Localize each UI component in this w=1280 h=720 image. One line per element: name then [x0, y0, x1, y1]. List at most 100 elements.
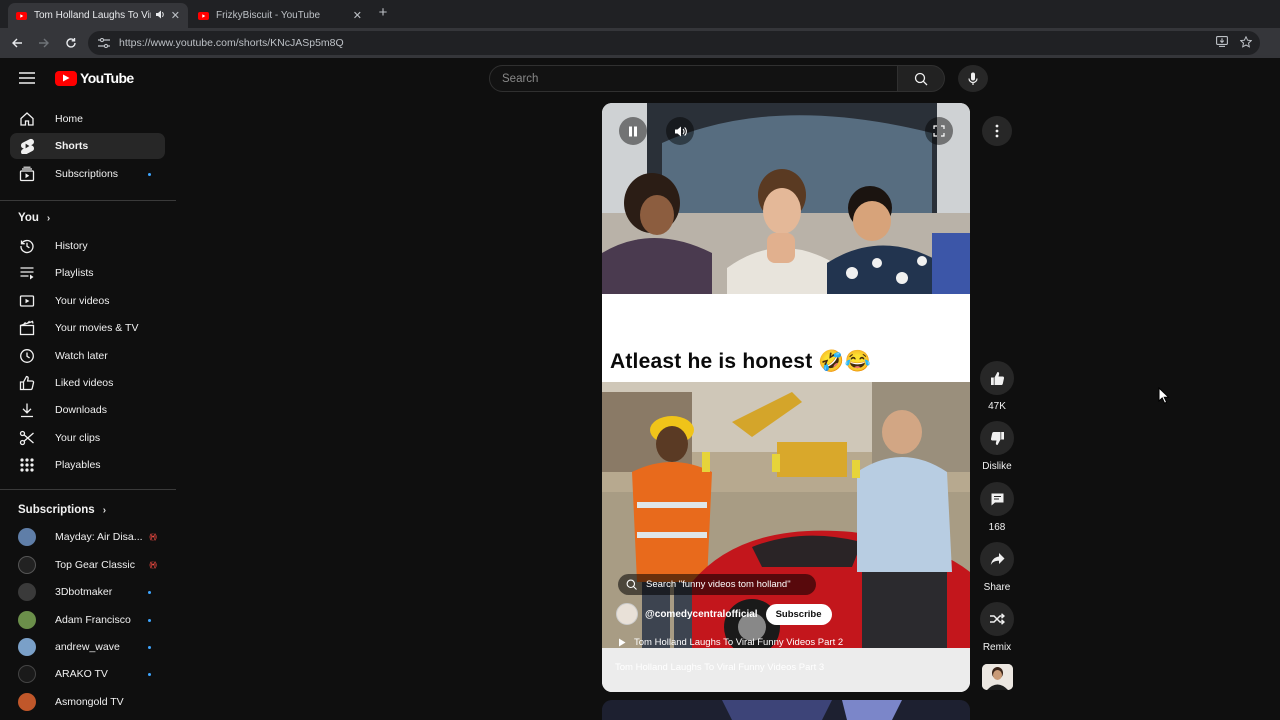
- pause-icon: [629, 126, 637, 136]
- channel-avatar: [18, 665, 36, 683]
- subscriptions-icon: [19, 166, 35, 182]
- sidebar-item-home[interactable]: Home: [10, 106, 165, 132]
- remix-button[interactable]: [980, 602, 1014, 636]
- section-heading: Subscriptions: [18, 504, 95, 516]
- next-short-preview[interactable]: [602, 700, 970, 720]
- install-app-icon[interactable]: [1216, 36, 1228, 50]
- sidebar-channel-adam-francisco[interactable]: Adam Francisco: [10, 607, 165, 633]
- channel-name: andrew_wave: [55, 641, 120, 653]
- subscribe-button[interactable]: Subscribe: [765, 603, 832, 625]
- short-video-player[interactable]: Atleast he is honest 🤣😂 Search "funny vi…: [602, 103, 970, 692]
- remix-icon: [990, 613, 1005, 625]
- channel-name: Adam Francisco: [55, 614, 131, 626]
- tab-close-icon[interactable]: ✕: [171, 9, 180, 22]
- audio-source-thumbnail: [982, 664, 1013, 690]
- like-button[interactable]: [980, 361, 1014, 395]
- sidebar-item-label: Playlists: [55, 267, 94, 279]
- sidebar-item-playables[interactable]: Playables: [10, 452, 165, 478]
- pause-button[interactable]: [619, 117, 647, 145]
- sidebar-channel-andrew-wave[interactable]: andrew_wave: [10, 634, 165, 660]
- tab-close-icon[interactable]: ✕: [353, 9, 362, 22]
- sidebar-item-downloads[interactable]: Downloads: [10, 397, 165, 423]
- sidebar-item-label: Your clips: [55, 432, 101, 444]
- voice-search-button[interactable]: [958, 65, 988, 92]
- channel-handle[interactable]: @comedycentralofficial: [645, 609, 758, 620]
- browser-tab-bar: Tom Holland Laughs To Vir ✕ FrizkyBiscui…: [0, 0, 1280, 28]
- search-button[interactable]: [898, 65, 945, 92]
- sidebar-item-history[interactable]: History: [10, 233, 165, 259]
- new-content-dot: [148, 672, 151, 676]
- sidebar-item-watch-later[interactable]: Watch later: [10, 343, 165, 369]
- channel-avatar: [18, 556, 36, 574]
- channel-name: ARAKO TV: [55, 668, 108, 680]
- sidebar-item-shorts[interactable]: Shorts: [10, 133, 165, 159]
- sidebar-item-your-videos[interactable]: Your videos: [10, 288, 165, 314]
- channel-name: Top Gear Classic: [55, 559, 135, 571]
- search-input[interactable]: Search: [489, 65, 898, 92]
- playlist-link[interactable]: Tom Holland Laughs To Viral Funny Videos…: [618, 637, 843, 648]
- new-tab-button[interactable]: +: [374, 4, 392, 22]
- next-short-thumbnail: [602, 700, 970, 720]
- sidebar-channel-top-gear[interactable]: Top Gear Classic ((•)): [10, 552, 165, 578]
- sidebar-item-movies[interactable]: Your movies & TV: [10, 315, 165, 341]
- tab-frizkybiscuit[interactable]: FrizkyBiscuit - YouTube ✕: [190, 3, 370, 28]
- search-suggestion-chip[interactable]: Search "funny videos tom holland": [618, 574, 816, 595]
- sidebar-item-subscriptions[interactable]: Subscriptions: [10, 161, 165, 187]
- clock-icon: [19, 348, 35, 364]
- playlist-link-text: Tom Holland Laughs To Viral Funny Videos…: [634, 637, 844, 648]
- youtube-favicon-icon: [16, 10, 27, 21]
- mouse-cursor: [1158, 386, 1170, 409]
- home-icon: [19, 111, 35, 127]
- microphone-icon: [968, 72, 978, 85]
- fullscreen-button[interactable]: [925, 117, 953, 145]
- reload-button[interactable]: [62, 34, 80, 52]
- movies-icon: [19, 320, 35, 336]
- hamburger-menu-icon[interactable]: [18, 71, 36, 87]
- sidebar-channel-arako-tv[interactable]: ARAKO TV: [10, 661, 165, 687]
- like-count: 47K: [988, 401, 1006, 412]
- channel-avatar[interactable]: [616, 603, 638, 625]
- sidebar-item-playlists[interactable]: Playlists: [10, 260, 165, 286]
- sidebar-channel-3dbotmaker[interactable]: 3Dbotmaker: [10, 579, 165, 605]
- sidebar-item-label: History: [55, 240, 88, 252]
- url-text: https://www.youtube.com/shorts/KNcJASp5m…: [119, 37, 344, 49]
- channel-avatar: [18, 583, 36, 601]
- search-icon: [626, 579, 637, 590]
- tab-audio-icon[interactable]: [155, 10, 165, 22]
- tab-tom-holland[interactable]: Tom Holland Laughs To Vir ✕: [8, 3, 188, 28]
- thumbs-up-icon: [19, 375, 35, 391]
- video-title[interactable]: Tom Holland Laughs To Viral Funny Videos…: [615, 662, 824, 673]
- sidebar-divider: [0, 489, 176, 490]
- sidebar-item-your-clips[interactable]: Your clips: [10, 425, 165, 451]
- channel-avatar: [18, 528, 36, 546]
- youtube-favicon-icon: [198, 10, 209, 21]
- mute-button[interactable]: [666, 117, 694, 145]
- back-button[interactable]: [8, 34, 26, 52]
- remix-action: Remix: [980, 602, 1014, 653]
- more-options-button[interactable]: [982, 116, 1012, 146]
- your-videos-icon: [19, 293, 35, 309]
- forward-button[interactable]: [35, 34, 53, 52]
- sidebar-channel-mayday[interactable]: Mayday: Air Disa... ((•)): [10, 524, 165, 550]
- address-bar[interactable]: https://www.youtube.com/shorts/KNcJASp5m…: [88, 31, 1260, 55]
- sidebar-item-liked-videos[interactable]: Liked videos: [10, 370, 165, 396]
- live-icon: ((•)): [149, 533, 157, 541]
- share-button[interactable]: [980, 542, 1014, 576]
- new-content-dot: [148, 590, 151, 594]
- sidebar-channel-asmongold[interactable]: Asmongold TV: [10, 689, 165, 715]
- sound-thumbnail[interactable]: [982, 664, 1013, 690]
- volume-icon: [674, 126, 687, 136]
- more-vert-icon: [995, 124, 999, 138]
- dislike-label: Dislike: [982, 461, 1012, 472]
- bookmark-star-icon[interactable]: [1239, 35, 1253, 51]
- section-heading: You: [18, 212, 39, 224]
- playlists-icon: [19, 265, 35, 281]
- dislike-action: Dislike: [980, 421, 1014, 472]
- youtube-logo[interactable]: YouTube: [55, 70, 134, 86]
- site-settings-icon[interactable]: [98, 38, 110, 48]
- sidebar: Home Shorts Subscriptions You › History …: [0, 100, 176, 720]
- comments-button[interactable]: [980, 482, 1014, 516]
- sidebar-subscriptions-heading[interactable]: Subscriptions ›: [18, 504, 106, 516]
- dislike-button[interactable]: [980, 421, 1014, 455]
- sidebar-you-heading[interactable]: You ›: [18, 212, 50, 224]
